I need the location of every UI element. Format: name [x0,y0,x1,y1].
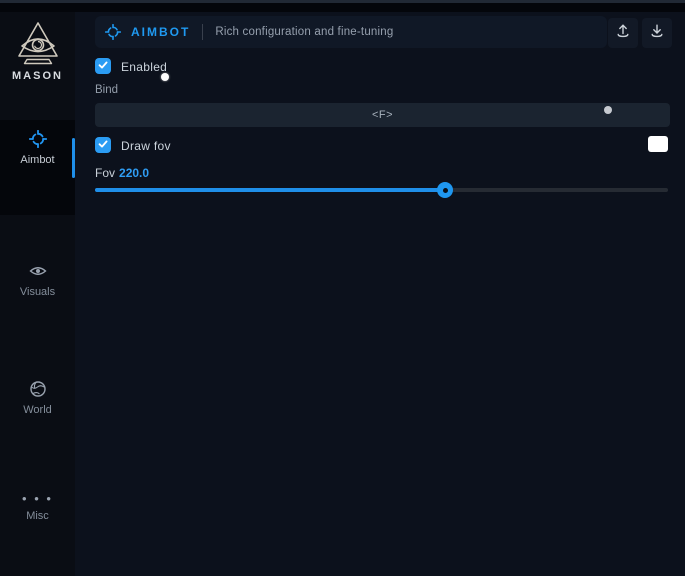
sidebar-item-world[interactable]: World [0,380,75,416]
mason-app-window: MASON Aimbot Visuals [0,0,685,576]
window-top-strip [0,3,685,12]
sidebar-item-label: Aimbot [0,154,75,166]
aimbot-page: AIMBOT Rich configuration and fine-tunin… [75,12,685,576]
sidebar-item-label: World [0,404,75,416]
draw-fov-label: Draw fov [121,139,171,153]
draw-fov-checkbox[interactable] [95,137,111,153]
sidebar-item-visuals[interactable]: Visuals [0,262,75,298]
app-logo-label: MASON [0,70,75,82]
fov-value: 220.0 [119,166,149,180]
bind-label: Bind [95,84,118,96]
checkmark-icon [98,136,108,154]
sidebar-item-misc[interactable]: • • • Misc [0,494,75,522]
enabled-label: Enabled [121,60,167,74]
page-title: AIMBOT [131,25,190,39]
sidebar-item-aimbot[interactable]: Aimbot [0,130,75,166]
globe-icon [29,380,47,398]
checkmark-icon [98,57,108,75]
pointer-dot [161,73,169,81]
eye-icon [29,262,47,280]
fov-color-swatch[interactable] [648,136,668,152]
app-logo: MASON [0,20,75,82]
enabled-checkbox[interactable] [95,58,111,74]
fov-label: Fov [95,166,115,180]
page-header: AIMBOT Rich configuration and fine-tunin… [95,16,607,48]
download-icon [649,23,665,44]
sidebar: MASON Aimbot Visuals [0,12,75,576]
ellipsis-icon: • • • [0,494,75,504]
fov-slider-track[interactable] [95,188,668,192]
mason-eye-pyramid-icon [0,20,75,68]
fov-label-row: Fov 220.0 [95,166,149,180]
download-config-button[interactable] [642,18,672,48]
crosshair-icon [105,24,121,40]
pointer-dot [604,106,612,114]
header-divider [202,24,203,40]
upload-icon [615,23,631,44]
bind-keybind-input[interactable]: <F> [95,103,670,127]
fov-slider-fill [95,188,445,192]
upload-config-button[interactable] [608,18,638,48]
fov-slider-handle[interactable] [437,182,453,198]
crosshair-icon [29,130,47,148]
page-subtitle: Rich configuration and fine-tuning [215,26,393,38]
sidebar-item-label: Visuals [0,286,75,298]
sidebar-item-label: Misc [0,510,75,522]
bind-key-value: <F> [372,109,393,121]
